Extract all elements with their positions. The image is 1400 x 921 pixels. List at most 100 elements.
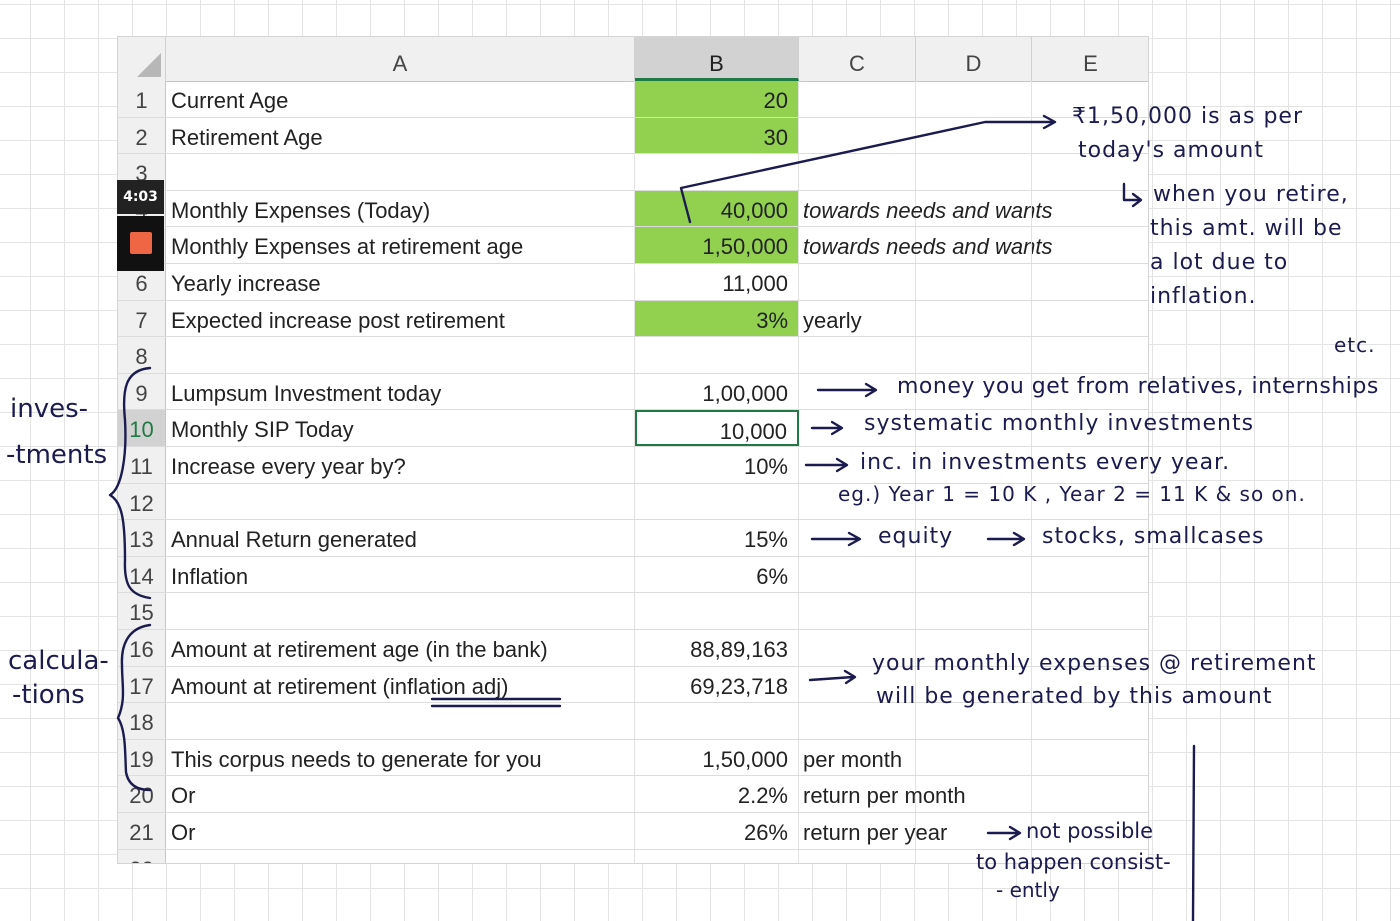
cell-empty[interactable] [916, 776, 1032, 812]
cell-empty[interactable] [916, 739, 1032, 776]
cell-empty[interactable] [1032, 227, 1148, 263]
row-number[interactable]: 9 [118, 373, 166, 410]
cell-value[interactable] [635, 337, 799, 373]
row-number[interactable]: 20 [118, 776, 166, 812]
cell-label[interactable] [166, 703, 635, 739]
cell-note[interactable] [799, 337, 916, 373]
cell-label[interactable]: Yearly increase [166, 264, 635, 300]
cell-empty[interactable] [1032, 264, 1148, 300]
cell-empty[interactable] [916, 593, 1032, 629]
cell-empty[interactable] [916, 154, 1032, 190]
cell-value[interactable]: 30 [635, 117, 799, 154]
cell-value[interactable] [635, 849, 799, 863]
row-number[interactable]: 17 [118, 666, 166, 703]
cell-empty[interactable] [1032, 337, 1148, 373]
column-header-c[interactable]: C [799, 37, 916, 81]
cell-empty[interactable] [916, 81, 1032, 117]
cell-label[interactable]: Monthly Expenses (Today) [166, 190, 635, 227]
cell-label[interactable]: Current Age [166, 81, 635, 117]
cell-value[interactable]: 1,00,000 [635, 373, 799, 410]
cell-note[interactable]: per month [799, 739, 916, 776]
cell-empty[interactable] [1032, 557, 1148, 593]
cell-label[interactable]: Increase every year by? [166, 447, 635, 483]
cell-note[interactable]: return per month [799, 776, 966, 812]
column-header-d[interactable]: D [916, 37, 1032, 81]
cell-value[interactable]: 10% [635, 447, 799, 483]
cell-value[interactable]: 26% [635, 813, 799, 849]
cell-empty[interactable] [1032, 740, 1148, 776]
cell-note[interactable] [799, 81, 916, 117]
row-number[interactable]: 15 [118, 593, 166, 629]
cell-note[interactable] [799, 117, 916, 154]
cell-value[interactable]: 2.2% [635, 776, 799, 812]
cell-empty[interactable] [916, 813, 1032, 849]
row-number[interactable]: 8 [118, 337, 166, 373]
row-number[interactable]: 10 [118, 410, 166, 446]
cell-value[interactable] [635, 703, 799, 739]
cell-empty[interactable] [1032, 776, 1148, 812]
cell-value[interactable] [635, 483, 799, 520]
cell-empty[interactable] [916, 264, 1032, 300]
cell-value[interactable]: 88,89,163 [635, 630, 799, 666]
row-number[interactable]: 16 [118, 630, 166, 666]
cell-label[interactable]: This corpus needs to generate for you [166, 739, 635, 776]
cell-value[interactable]: 6% [635, 556, 799, 593]
cell-value[interactable]: 1,50,000 [635, 739, 799, 776]
cell-value[interactable]: 1,50,000 [635, 227, 799, 263]
row-number[interactable]: 12 [118, 483, 166, 520]
row-number[interactable]: 7 [118, 300, 166, 337]
cell-empty[interactable] [916, 227, 1032, 263]
cell-value[interactable]: 3% [635, 300, 799, 337]
cell-value[interactable]: 10,000 [635, 410, 799, 446]
cell-value[interactable] [635, 593, 799, 629]
column-header-b[interactable]: B [635, 37, 799, 81]
cell-label[interactable] [166, 483, 635, 520]
cell-label[interactable] [166, 337, 635, 373]
row-number[interactable]: 18 [118, 703, 166, 739]
row-number[interactable]: 21 [118, 813, 166, 849]
column-header-a[interactable]: A [166, 37, 635, 81]
cell-empty[interactable] [916, 190, 1032, 227]
row-number[interactable]: 2 [118, 117, 166, 154]
column-header-e[interactable]: E [1032, 37, 1148, 81]
cell-label[interactable]: Monthly SIP Today [166, 410, 635, 446]
cell-note[interactable] [799, 556, 916, 593]
cell-label[interactable]: Or [166, 776, 635, 812]
cell-label[interactable]: Annual Return generated [166, 520, 635, 556]
cell-note[interactable]: towards needs and wants [799, 190, 1053, 227]
cell-label[interactable] [166, 593, 635, 629]
cell-label[interactable]: Or [166, 813, 635, 849]
cell-note[interactable]: towards needs and wants [799, 227, 1053, 263]
cell-empty[interactable] [916, 300, 1032, 337]
cell-note[interactable] [799, 154, 916, 190]
cell-label[interactable]: Expected increase post retirement [166, 300, 635, 337]
cell-note[interactable]: yearly [799, 300, 916, 337]
cell-empty[interactable] [1032, 191, 1148, 227]
cell-label[interactable]: Amount at retirement age (in the bank) [166, 630, 635, 666]
cell-label[interactable] [166, 849, 635, 863]
cell-value[interactable]: 20 [635, 81, 799, 117]
cell-note[interactable]: return per year [799, 813, 947, 849]
cell-label[interactable]: Lumpsum Investment today [166, 373, 635, 410]
row-number[interactable]: 19 [118, 739, 166, 776]
cell-value[interactable]: 15% [635, 520, 799, 556]
cell-empty[interactable] [916, 556, 1032, 593]
cell-label[interactable]: Retirement Age [166, 117, 635, 154]
cell-note[interactable] [799, 849, 916, 863]
row-number[interactable]: 1 [118, 81, 166, 117]
cell-label[interactable] [166, 154, 635, 190]
cell-value[interactable]: 11,000 [635, 264, 799, 300]
cell-empty[interactable] [1032, 301, 1148, 337]
cell-note[interactable] [799, 264, 916, 300]
cell-label[interactable]: Inflation [166, 556, 635, 593]
select-all-corner[interactable] [118, 37, 166, 81]
cell-empty[interactable] [1032, 593, 1148, 629]
cell-value[interactable]: 40,000 [635, 190, 799, 227]
cell-empty[interactable] [916, 117, 1032, 154]
row-number[interactable]: 13 [118, 520, 166, 556]
cell-value[interactable]: 69,23,718 [635, 666, 799, 703]
cell-empty[interactable] [916, 337, 1032, 373]
cell-note[interactable] [799, 593, 916, 629]
row-number[interactable]: 14 [118, 556, 166, 593]
cell-label[interactable]: Monthly Expenses at retirement age [166, 227, 635, 263]
